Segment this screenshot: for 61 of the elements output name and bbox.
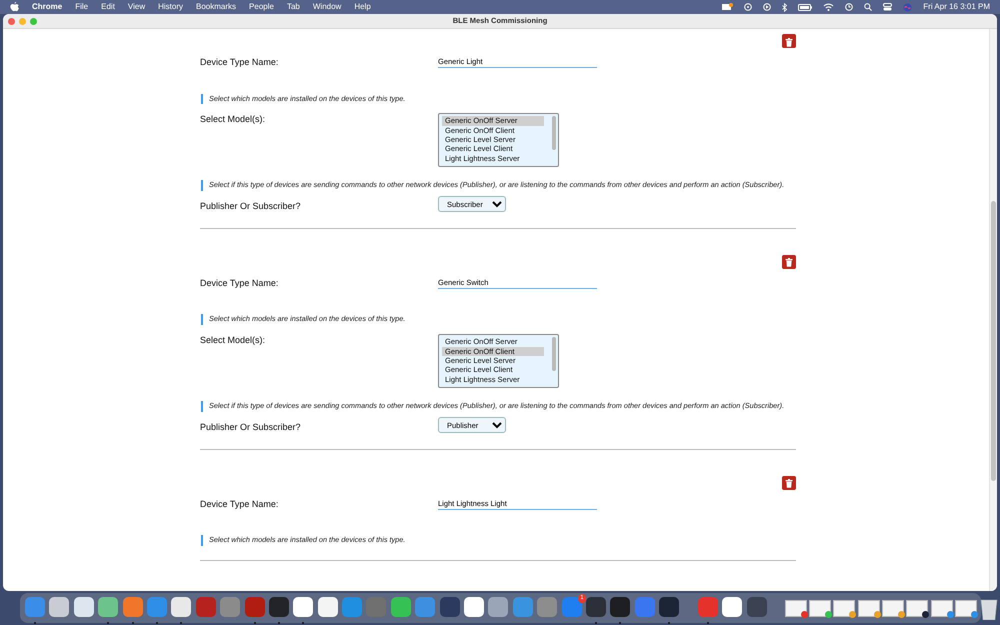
- app-icon[interactable]: [464, 597, 484, 617]
- window-thumbnail[interactable]: [906, 600, 928, 616]
- window-thumbnail[interactable]: [808, 600, 831, 616]
- apple-logo-icon[interactable]: [10, 2, 19, 12]
- menu-bar-clock[interactable]: Fri Apr 16 3:01 PM: [923, 1, 990, 13]
- app-icon[interactable]: [49, 597, 70, 617]
- close-button[interactable]: [8, 18, 15, 24]
- window-thumbnail[interactable]: [784, 600, 806, 616]
- menu-item[interactable]: People: [249, 1, 274, 13]
- notification-icon[interactable]: [722, 2, 734, 12]
- menu-item[interactable]: Window: [312, 1, 342, 13]
- play-icon[interactable]: [763, 3, 772, 11]
- zoom-button[interactable]: [30, 18, 37, 24]
- menu-item[interactable]: View: [128, 1, 146, 13]
- control-center-icon[interactable]: [883, 3, 892, 11]
- search-icon[interactable]: [864, 3, 872, 11]
- wifi-icon[interactable]: [823, 3, 834, 11]
- field-label: Publisher Or Subscriber?: [200, 421, 302, 434]
- delete-button[interactable]: [782, 254, 796, 269]
- delete-button[interactable]: [782, 34, 796, 48]
- field-label: Select Model(s):: [200, 113, 266, 126]
- field-label: Device Type Name:: [200, 276, 280, 290]
- battery-icon[interactable]: [798, 4, 812, 10]
- app-icon[interactable]: [74, 597, 94, 617]
- app-icon[interactable]: [171, 597, 192, 617]
- field-label: Device Type Name:: [200, 56, 280, 69]
- field-label: Device Type Name:: [200, 498, 280, 511]
- app-icon[interactable]: [98, 597, 118, 617]
- app-icon[interactable]: [722, 597, 742, 617]
- app-icon[interactable]: [586, 597, 606, 617]
- scrollbar-thumb[interactable]: [552, 116, 556, 150]
- menu-item[interactable]: Bookmarks: [196, 1, 236, 13]
- window-thumbnail[interactable]: [955, 600, 978, 616]
- app-icon[interactable]: [293, 597, 314, 617]
- window-thumbnail[interactable]: [882, 600, 904, 616]
- menu-item[interactable]: Edit: [101, 1, 115, 13]
- app-icon[interactable]: [268, 597, 289, 617]
- app-icon[interactable]: [488, 597, 508, 617]
- field-label: Publisher Or Subscriber?: [200, 200, 302, 214]
- window-thumbnail[interactable]: [930, 600, 953, 616]
- field-label: Select Model(s):: [200, 334, 266, 348]
- bluetooth-icon[interactable]: [782, 2, 788, 12]
- app-menu[interactable]: Chrome: [32, 1, 62, 13]
- app-icon[interactable]: [318, 597, 338, 617]
- menu-item[interactable]: Tab: [286, 1, 300, 13]
- app-icon[interactable]: [390, 597, 411, 617]
- window-thumbnail[interactable]: [858, 600, 880, 616]
- app-icon[interactable]: [659, 597, 680, 617]
- window-thumbnail[interactable]: [833, 600, 856, 616]
- scrollbar[interactable]: [989, 29, 997, 591]
- trash-icon: [785, 38, 793, 46]
- trash-icon: [785, 479, 793, 488]
- scrollbar-thumb[interactable]: [552, 337, 556, 372]
- delete-button[interactable]: [782, 476, 796, 490]
- clock-icon[interactable]: [845, 3, 854, 11]
- app-icon[interactable]: [610, 597, 630, 617]
- menu-item[interactable]: History: [158, 1, 184, 13]
- menu-item[interactable]: File: [75, 1, 88, 13]
- circle-icon[interactable]: [744, 3, 752, 11]
- trash-icon: [785, 258, 793, 268]
- menu-item[interactable]: Help: [354, 1, 371, 13]
